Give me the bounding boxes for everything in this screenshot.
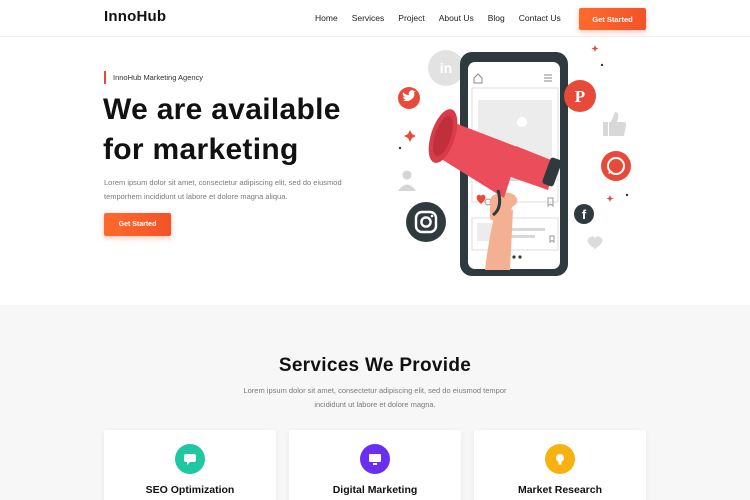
monitor-icon: [360, 444, 390, 474]
nav-home[interactable]: Home: [315, 13, 338, 23]
linkedin-icon: in: [428, 50, 464, 86]
services-desc-line2: incididunt ut labore et dolore magna.: [314, 400, 436, 409]
twitter-icon: [398, 87, 420, 109]
user-icon: [398, 170, 416, 191]
hero-desc-line2: temporhem incididunt ut labore et dolore…: [104, 192, 288, 201]
thumbs-up-icon: [603, 112, 627, 136]
nav-services[interactable]: Services: [352, 13, 385, 23]
svg-text:f: f: [582, 207, 587, 222]
hero-desc-line1: Lorem ipsum dolor sit amet, consectetur …: [104, 178, 342, 187]
instagram-icon: [406, 202, 446, 242]
header-get-started-button[interactable]: Get Started: [579, 8, 646, 30]
svg-text:in: in: [440, 60, 452, 76]
marketing-illustration: in P f: [398, 45, 631, 276]
services-section: Services We Provide Lorem ipsum dolor si…: [0, 305, 750, 500]
lightbulb-icon: [545, 444, 575, 474]
heart-icon: [587, 236, 603, 249]
services-desc-line1: Lorem ipsum dolor sit amet, consectetur …: [243, 386, 507, 395]
logo[interactable]: InnoHub: [104, 8, 166, 25]
nav-contact-us[interactable]: Contact Us: [519, 13, 561, 23]
service-card-market-research[interactable]: Market Research: [474, 430, 646, 500]
svg-text:P: P: [575, 87, 585, 106]
service-card-label: Market Research: [517, 484, 603, 496]
services-description: Lorem ipsum dolor sit amet, consectetur …: [230, 384, 520, 412]
hero-title-line1: We are available: [103, 93, 341, 126]
main-nav: Home Services Project About Us Blog Cont…: [315, 13, 575, 23]
facebook-icon: f: [574, 204, 594, 224]
chat-bubble-icon: [175, 444, 205, 474]
service-card-digital-marketing[interactable]: Digital Marketing: [289, 430, 461, 500]
hero-description: Lorem ipsum dolor sit amet, consectetur …: [104, 176, 364, 204]
service-card-label: SEO Optimization: [145, 484, 235, 496]
hero-title-line2: for marketing: [103, 133, 299, 166]
service-card-label: Digital Marketing: [332, 484, 418, 496]
nav-about-us[interactable]: About Us: [439, 13, 474, 23]
nav-blog[interactable]: Blog: [488, 13, 505, 23]
pinterest-icon: P: [564, 80, 596, 112]
hero-title: We are available for marketing: [103, 90, 393, 170]
whatsapp-icon: [601, 151, 631, 181]
hero-get-started-button[interactable]: Get Started: [104, 213, 171, 236]
service-card-seo[interactable]: SEO Optimization: [104, 430, 276, 500]
header: InnoHub Home Services Project About Us B…: [0, 0, 750, 37]
nav-project[interactable]: Project: [398, 13, 424, 23]
hero-tagline: InnoHub Marketing Agency: [104, 71, 203, 84]
services-title: Services We Provide: [278, 355, 472, 376]
